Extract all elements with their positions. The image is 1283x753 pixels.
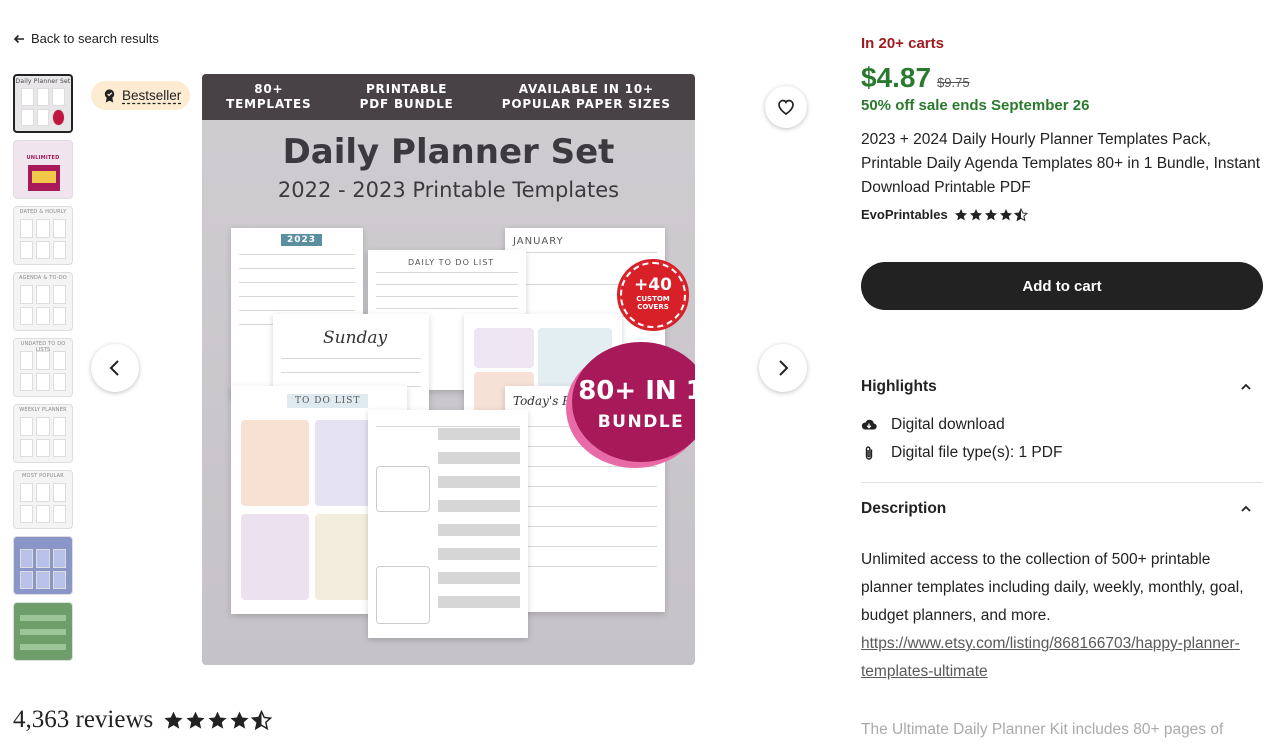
image-banner: 80+ TEMPLATES PRINTABLE PDF BUNDLE AVAIL…	[202, 74, 695, 120]
thumbnail-label: AGENDA & TO-DO	[19, 275, 67, 281]
reviews-count: 4,363 reviews	[13, 706, 154, 733]
daily-todo-label: DAILY TO DO LIST	[408, 258, 495, 267]
thumbnail-label: Daily Planner Set	[15, 78, 71, 85]
paperclip-icon	[865, 446, 873, 460]
banner-templates: 80+ TEMPLATES	[226, 82, 312, 111]
next-image-button[interactable]	[759, 344, 807, 392]
thumbnail-label: MOST POPULAR	[22, 473, 64, 479]
description-toggle[interactable]: Description	[861, 500, 1263, 518]
star-icon	[969, 208, 982, 220]
description-faded-text: The Ultimate Daily Planner Kit includes …	[861, 721, 1224, 738]
chevron-up-icon	[1241, 383, 1251, 390]
main-listing-image: 80+ TEMPLATES PRINTABLE PDF BUNDLE AVAIL…	[202, 74, 695, 665]
sale-price: $4.87	[861, 62, 932, 93]
banner-pdf-bundle: PRINTABLE PDF BUNDLE	[359, 82, 454, 111]
previous-image-button[interactable]	[91, 344, 139, 392]
original-price: $9.75	[937, 75, 970, 90]
sunday-label: Sunday	[323, 328, 388, 348]
bestseller-badge[interactable]: Bestseller	[91, 81, 191, 110]
shop-info: EvoPrintables	[861, 207, 1028, 222]
thumbnail-2[interactable]: UNLIMITED	[13, 140, 73, 199]
back-link-label: Back to search results	[31, 31, 159, 46]
bundle-count: 80+ IN 1	[578, 376, 695, 406]
to-do-list-label: TO DO LIST	[287, 394, 369, 408]
shop-name-link[interactable]: EvoPrintables	[861, 207, 948, 222]
thumbnail-1[interactable]: Daily Planner Set	[13, 74, 73, 133]
description-text: Unlimited access to the collection of 50…	[861, 551, 1244, 624]
description-link[interactable]: https://www.etsy.com/listing/868166703/h…	[861, 630, 1263, 686]
arrow-left-icon	[13, 34, 24, 43]
product-title: 2023 + 2024 Daily Hourly Planner Templat…	[861, 131, 1261, 196]
star-half-icon	[251, 709, 273, 730]
thumbnail-7[interactable]: MOST POPULAR	[13, 470, 73, 529]
chevron-left-icon	[109, 360, 119, 376]
image-subtitle: 2022 - 2023 Printable Templates	[277, 178, 620, 202]
thumbnail-9[interactable]	[13, 602, 73, 661]
banner-paper-sizes: AVAILABLE IN 10+ POPULAR PAPER SIZES	[501, 82, 671, 111]
thumbnail-4[interactable]: AGENDA & TO-DO	[13, 272, 73, 331]
highlight-digital-download: Digital download	[861, 416, 1005, 434]
thumbnail-strip: Daily Planner Set UNLIMITED DATED & HOUR…	[13, 74, 73, 668]
thumbnail-label: DATED & HOURLY	[19, 209, 67, 215]
thumbnail-6[interactable]: WEEKLY PLANNER	[13, 404, 73, 463]
thumbnail-3[interactable]: DATED & HOURLY	[13, 206, 73, 265]
highlight-label: Digital download	[891, 416, 1005, 433]
section-divider	[861, 482, 1263, 483]
shop-rating-stars	[954, 207, 1028, 222]
star-half-icon	[1013, 207, 1028, 221]
custom-covers-sticker: +40 CUSTOM COVERS	[617, 259, 689, 331]
star-icon	[230, 711, 249, 729]
star-icon	[208, 711, 227, 729]
chevron-right-icon	[779, 360, 789, 376]
favorite-button[interactable]	[765, 86, 807, 128]
chevron-up-icon	[1241, 505, 1251, 512]
description-body: Unlimited access to the collection of 50…	[861, 546, 1263, 686]
sale-ends-label: 50% off sale ends September 26	[861, 97, 1090, 114]
thumbnail-label: UNLIMITED	[26, 155, 60, 161]
star-icon	[954, 208, 967, 220]
highlights-toggle[interactable]: Highlights	[861, 378, 1263, 396]
highlight-file-type: Digital file type(s): 1 PDF	[861, 444, 1062, 462]
highlights-heading: Highlights	[861, 378, 937, 395]
award-icon	[104, 89, 115, 103]
star-icon	[984, 208, 997, 220]
reviews-summary: 4,363 reviews	[13, 706, 273, 734]
bundle-label: BUNDLE	[597, 412, 685, 432]
star-icon	[186, 711, 205, 729]
heart-icon	[778, 99, 794, 116]
back-to-search-link[interactable]: Back to search results	[13, 31, 159, 46]
calendar-year: 2023	[281, 234, 323, 246]
january-label: JANUARY	[513, 236, 564, 247]
description-heading: Description	[861, 500, 947, 517]
sticker-label: CUSTOM COVERS	[636, 295, 670, 311]
sticker-count: +40	[634, 275, 672, 295]
star-icon	[999, 208, 1012, 220]
star-icon	[164, 711, 183, 729]
cloud-download-icon	[861, 419, 877, 430]
thumbnail-8[interactable]	[13, 536, 73, 595]
reviews-stars	[163, 709, 273, 731]
price-row: $4.87 $9.75	[861, 62, 970, 94]
add-to-cart-button[interactable]: Add to cart	[861, 262, 1263, 310]
thumbnail-label: WEEKLY PLANNER	[19, 407, 67, 413]
image-title: Daily Planner Set	[282, 132, 615, 172]
highlight-label: Digital file type(s): 1 PDF	[891, 444, 1063, 461]
thumbnail-5[interactable]: UNDATED TO DO LISTS	[13, 338, 73, 397]
in-carts-label: In 20+ carts	[861, 35, 944, 52]
schedule-sheet	[368, 410, 528, 638]
bestseller-label: Bestseller	[122, 88, 182, 103]
